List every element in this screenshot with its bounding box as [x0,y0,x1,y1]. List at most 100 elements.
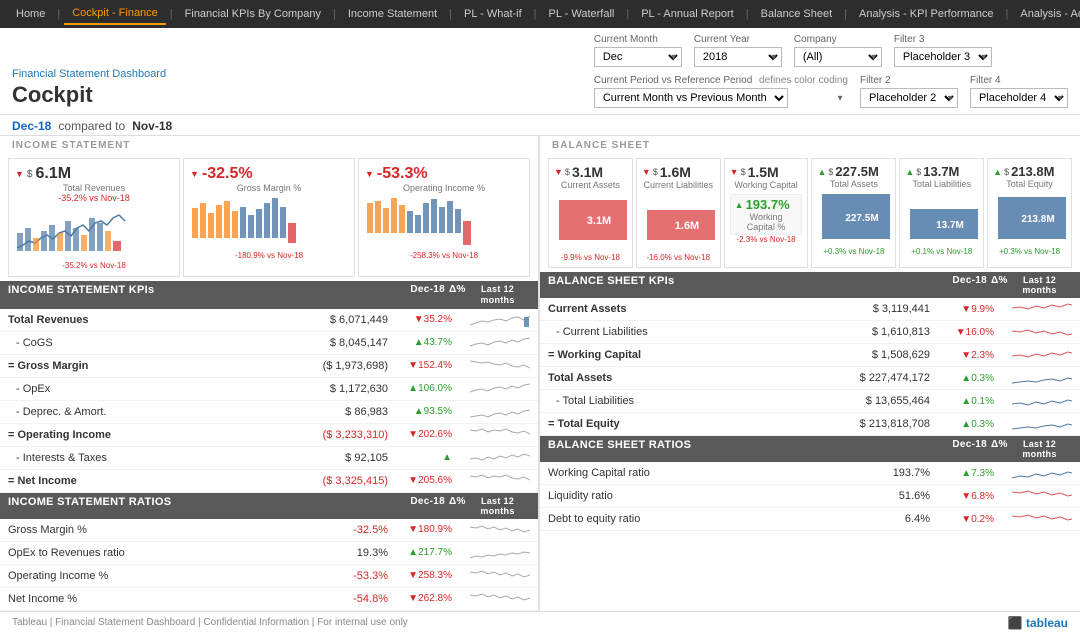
period-select[interactable]: Current Month vs Previous Month [594,88,788,108]
spark-net-income [468,472,530,490]
operating-income-label: Operating Income % [365,183,523,193]
card-working-capital: ▼ $ 1.5M Working Capital ▲ 193.7% Workin… [724,158,809,268]
period-label: Current Period vs Reference Period defin… [594,75,848,86]
table-row: = Working Capital $ 1,508,629 ▼2.3% [540,344,1080,367]
current-year-select[interactable]: 2018 [694,47,782,67]
table-row: Gross Margin % -32.5% ▼180.9% [0,519,538,542]
revenues-arrow: ▼ [15,169,24,179]
filter-current-month: Current Month Dec [594,34,682,67]
spark-cogs [468,334,530,352]
card-total-revenues: ▼ $ 6.1M Total Revenues -35.2% vs Nov-18 [8,158,180,277]
spark-opinc-ratio [468,567,530,585]
spark-gross-margin [468,357,530,375]
svg-text:213.8M: 213.8M [1021,214,1054,225]
filter4-select[interactable]: Placeholder 4 [970,88,1068,108]
filter2-label: Filter 2 [860,75,958,86]
header-area: Financial Statement Dashboard Cockpit Cu… [0,28,1080,115]
gross-margin-chart [190,193,348,248]
table-row: Total Revenues $ 6,071,449 ▼35.2% [0,309,538,332]
nav-pl-whatif[interactable]: PL - What-if [456,4,530,24]
date-from: Dec-18 [12,119,51,133]
filter-current-year: Current Year 2018 [694,34,782,67]
date-compared: compared to [58,119,125,133]
filter-3: Filter 3 Placeholder 3 [894,34,992,67]
table-row: Liquidity ratio 51.6% ▼6.8% [540,485,1080,508]
revenues-chart [15,203,173,258]
nav-income-statement[interactable]: Income Statement [340,4,445,24]
spark-revenues [468,311,530,329]
current-month-select[interactable]: Dec [594,47,682,67]
table-row: = Operating Income ($ 3,233,310) ▼202.6% [0,424,538,447]
income-kpi-cards: ▼ $ 6.1M Total Revenues -35.2% vs Nov-18 [0,154,538,281]
gross-margin-value: -32.5% [202,165,253,183]
table-row: = Net Income ($ 3,325,415) ▼205.6% [0,470,538,493]
table-row: - CoGS $ 8,045,147 ▲43.7% [0,332,538,355]
footer: Tableau | Financial Statement Dashboard … [0,611,1080,634]
nav-cockpit-finance[interactable]: Cockpit - Finance [64,3,166,25]
income-kpi-table-header: INCOME STATEMENT KPIs Dec-18 Δ% Last 12 … [0,281,538,309]
filter-row-1: Current Month Dec Current Year 2018 [594,34,1068,67]
table-row: = Total Equity $ 213,818,708 ▲0.3% [540,413,1080,436]
balance-section-label: BALANCE SHEET [552,140,650,151]
table-row: - Current Liabilities $ 1,610,813 ▼16.0% [540,321,1080,344]
nav-home[interactable]: Home [8,4,53,24]
filter-2: Filter 2 Placeholder 2 [860,75,958,108]
date-range-bar: Dec-18 compared to Nov-18 [0,115,1080,136]
filter-company: Company (All) [794,34,882,67]
spark-cl [1010,323,1072,341]
table-row: Debt to equity ratio 6.4% ▼0.2% [540,508,1080,531]
working-capital-pct-card: ▲ 193.7% Working Capital % [730,194,803,235]
table-row: Working Capital ratio 193.7% ▲7.3% [540,462,1080,485]
spark-ta [1010,369,1072,387]
nav-bar: Home | Cockpit - Finance | Financial KPI… [0,0,1080,28]
spark-liq-ratio [1010,487,1072,505]
spark-tl [1010,392,1072,410]
nav-analysis-kpi[interactable]: Analysis - KPI Performance [851,4,1002,24]
balance-ratios-header: BALANCE SHEET RATIOS Dec-18 Δ% Last 12 m… [540,436,1080,462]
tableau-logo: ⬛ tableau [1008,616,1068,630]
filter2-select[interactable]: Placeholder 2 [860,88,958,108]
chart-total-assets: 227.5M [817,189,890,244]
filter3-select[interactable]: Placeholder 3 [894,47,992,67]
spark-deprec [468,403,530,421]
nav-financial-kpis[interactable]: Financial KPIs By Company [177,4,329,24]
table-row: = Gross Margin ($ 1,973,698) ▼152.4% [0,355,538,378]
spark-wc-ratio [1010,464,1072,482]
chart-total-liabilities: 13.7M [905,189,978,244]
page-container: Home | Cockpit - Finance | Financial KPI… [0,0,1080,634]
card-total-assets: ▲ $ 227.5M Total Assets 227.5M +0.3% vs … [811,158,896,268]
table-row: - Deprec. & Amort. $ 86,983 ▲93.5% [0,401,538,424]
revenues-value: 6.1M [35,165,71,183]
spark-interests [468,449,530,467]
company-label: Company [794,34,882,45]
spark-de-ratio [1010,510,1072,528]
revenues-label: Total Revenues [15,183,173,193]
income-kpi-table: INCOME STATEMENT KPIs Dec-18 Δ% Last 12 … [0,281,538,493]
spark-gm-ratio [468,521,530,539]
spark-netinc-ratio [468,590,530,608]
nav-balance-sheet[interactable]: Balance Sheet [753,4,841,24]
current-month-label: Current Month [594,34,682,45]
nav-pl-waterfall[interactable]: PL - Waterfall [541,4,623,24]
company-select[interactable]: (All) [794,47,882,67]
nav-analysis-adhoc[interactable]: Analysis - Adhoc [1012,4,1080,24]
spark-op-income [468,426,530,444]
footer-text: Tableau | Financial Statement Dashboard … [12,617,408,628]
balance-kpi-table: BALANCE SHEET KPIs Dec-18 Δ% Last 12 mon… [540,272,1080,436]
breadcrumb[interactable]: Financial Statement Dashboard [12,68,166,80]
chart-current-liabilities: 1.6M [642,190,715,250]
bs-kpi-cards-row1: ▼ $ 3.1M Current Assets 3.1M -9.9% vs No… [540,154,1080,272]
table-row: - OpEx $ 1,172,630 ▲106.0% [0,378,538,401]
balance-kpi-table-header: BALANCE SHEET KPIs Dec-18 Δ% Last 12 mon… [540,272,1080,298]
current-year-label: Current Year [694,34,782,45]
spark-ca [1010,300,1072,318]
nav-pl-annual[interactable]: PL - Annual Report [633,4,742,24]
card-gross-margin: ▼ -32.5% Gross Margin % [183,158,355,277]
filter-4: Filter 4 Placeholder 4 [970,75,1068,108]
card-current-assets: ▼ $ 3.1M Current Assets 3.1M -9.9% vs No… [548,158,633,268]
card-total-liabilities: ▲ $ 13.7M Total Liabilities 13.7M +0.1% … [899,158,984,268]
balance-ratios-table: BALANCE SHEET RATIOS Dec-18 Δ% Last 12 m… [540,436,1080,531]
table-row: Operating Income % -53.3% ▼258.3% [0,565,538,588]
card-operating-income: ▼ -53.3% Operating Income % [358,158,530,277]
svg-text:13.7M: 13.7M [936,220,964,231]
